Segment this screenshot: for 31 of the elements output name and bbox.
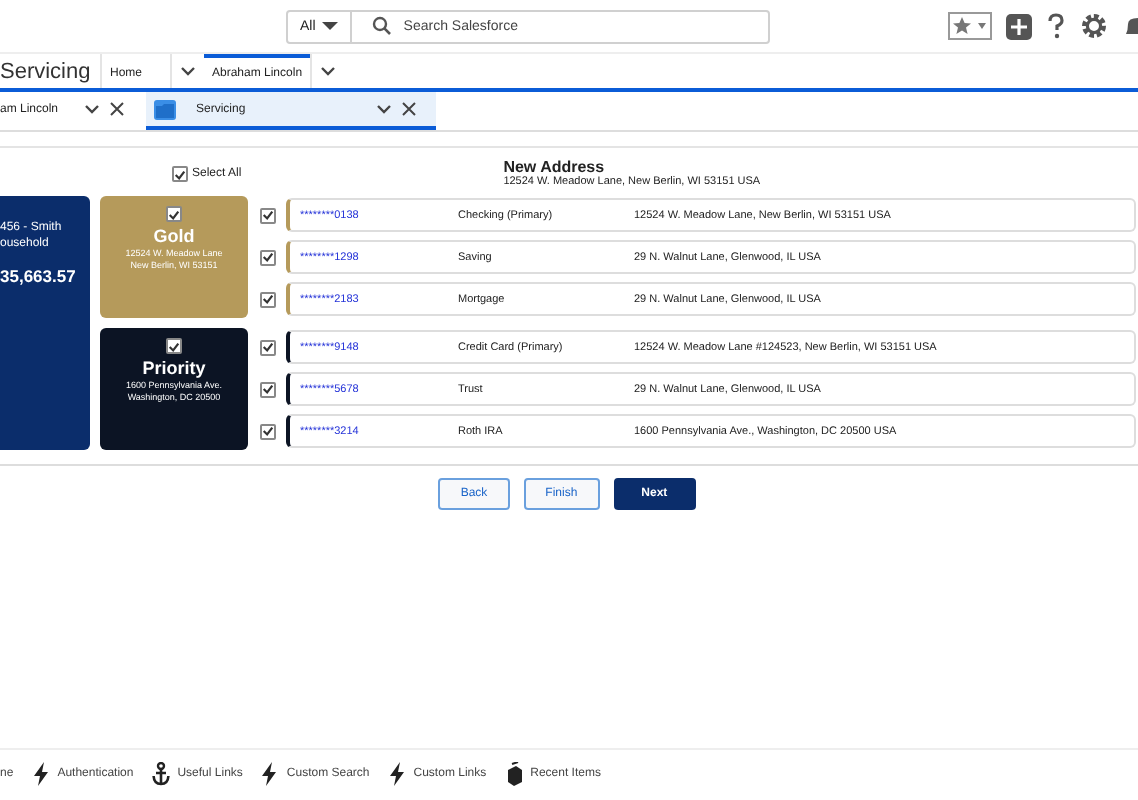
- anchor-icon[interactable]: [151, 762, 170, 786]
- checkbox[interactable]: [260, 207, 276, 223]
- checkbox[interactable]: [260, 381, 276, 397]
- chevron-down-icon[interactable]: [178, 62, 198, 80]
- checkbox[interactable]: [260, 423, 276, 439]
- chevron-down-icon[interactable]: [373, 100, 394, 118]
- checkbox[interactable]: [166, 206, 182, 222]
- tier-title: Gold: [153, 226, 195, 246]
- close-icon[interactable]: [401, 102, 416, 116]
- search-icon[interactable]: [371, 16, 392, 36]
- tier-title: Priority: [142, 358, 206, 378]
- lightning-icon[interactable]: [31, 762, 50, 786]
- cube-icon[interactable]: [504, 762, 523, 786]
- new-address-title: New Address: [503, 158, 607, 176]
- household-balance: 35,663.57: [0, 266, 78, 286]
- app-name: Servicing: [0, 54, 102, 88]
- chevron-down-icon[interactable]: [82, 100, 103, 118]
- plus-icon[interactable]: [1006, 13, 1032, 39]
- lightning-icon[interactable]: [387, 762, 406, 786]
- checkbox[interactable]: [166, 338, 182, 354]
- checkbox[interactable]: [260, 291, 276, 307]
- chevron-down-icon[interactable]: [318, 62, 339, 80]
- help-icon[interactable]: [1046, 12, 1066, 40]
- checkbox[interactable]: [260, 249, 276, 265]
- lightning-icon[interactable]: [260, 762, 279, 786]
- settings-icon[interactable]: [1080, 12, 1108, 40]
- caret-down-icon[interactable]: [321, 20, 338, 32]
- close-icon[interactable]: [110, 102, 125, 116]
- checkbox[interactable]: [172, 166, 188, 182]
- checkbox[interactable]: [260, 339, 276, 355]
- folder-icon[interactable]: [154, 99, 177, 119]
